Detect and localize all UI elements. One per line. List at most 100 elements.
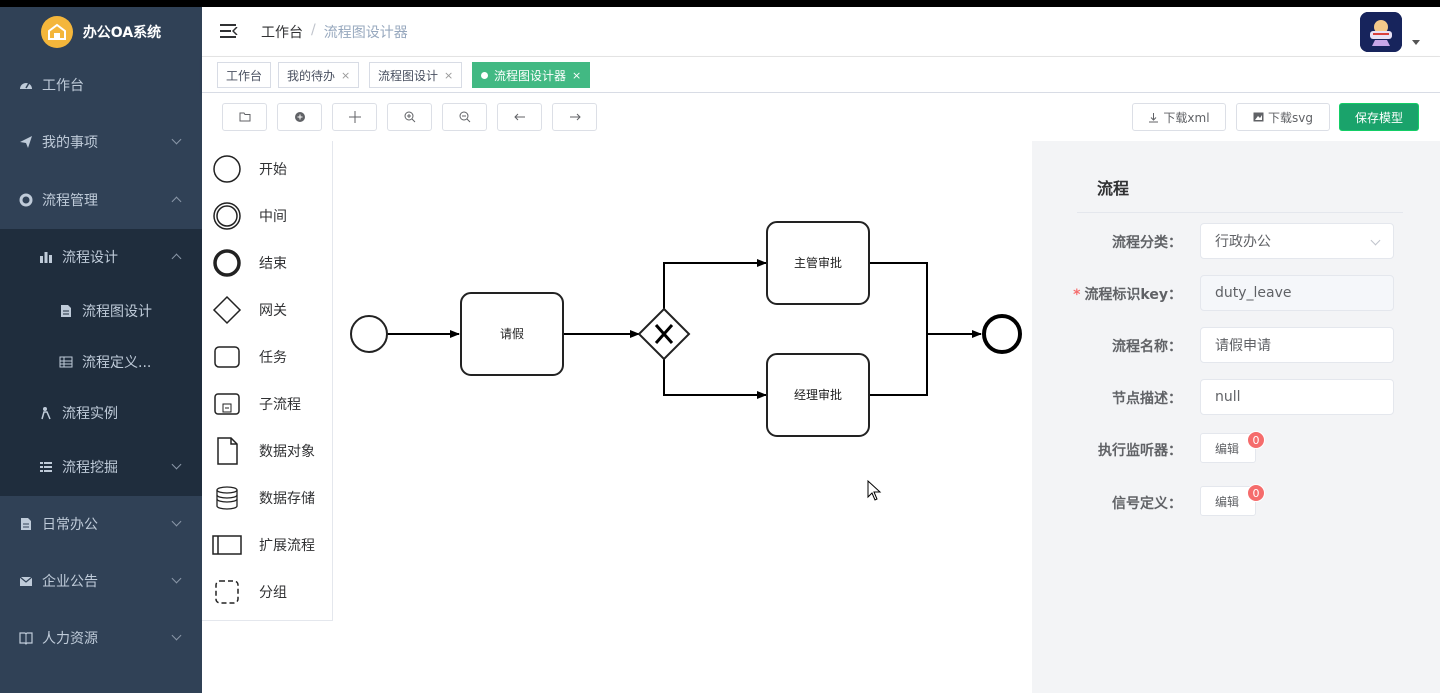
book-icon xyxy=(18,630,34,646)
start-event xyxy=(350,315,388,353)
breadcrumb-separator: / xyxy=(311,22,316,38)
signal-label: 信号定义： xyxy=(1112,496,1182,512)
gateway-icon xyxy=(212,295,242,325)
key-value: duty_leave xyxy=(1215,285,1292,301)
palette-label: 数据存储 xyxy=(259,491,315,507)
name-value: 请假申请 xyxy=(1215,338,1271,354)
breadcrumb-item: 流程图设计器 xyxy=(323,25,408,41)
palette-item-pool[interactable]: 扩展流程 xyxy=(212,527,327,563)
table-icon xyxy=(58,354,74,370)
tag-label: 流程图设计器 xyxy=(494,68,567,83)
palette-label: 开始 xyxy=(259,162,287,178)
key-label: * 流程标识key： xyxy=(1073,287,1182,303)
sidebar-item-process-mining[interactable]: 流程挖掘 xyxy=(0,439,202,495)
designer-main: 下载xml 下载svg 保存模型 开始 中间 结束 网关 任务 子流程 数据对象… xyxy=(202,93,1440,693)
sidebar-item-label: 流程定义... xyxy=(82,355,152,371)
zoom-out-button[interactable] xyxy=(442,103,487,131)
palette-item-subprocess[interactable]: 子流程 xyxy=(212,386,327,422)
undo-button[interactable] xyxy=(497,103,542,131)
download-svg-button[interactable]: 下载svg xyxy=(1236,103,1330,131)
key-input[interactable]: duty_leave xyxy=(1200,275,1394,311)
chevron-up-icon xyxy=(171,253,182,264)
sidebar-item-process-management[interactable]: 流程管理 xyxy=(0,172,202,228)
tag-dashboard[interactable]: 工作台 xyxy=(217,62,272,88)
form-row-signal: 信号定义： 编辑 0 xyxy=(1032,484,1440,520)
palette-item-start[interactable]: 开始 xyxy=(212,151,327,187)
description-input[interactable]: null xyxy=(1200,379,1394,415)
name-input[interactable]: 请假申请 xyxy=(1200,327,1394,363)
redo-button[interactable] xyxy=(552,103,597,131)
sidebar-item-process-definition[interactable]: 流程定义... xyxy=(0,334,202,390)
palette-item-intermediate[interactable]: 中间 xyxy=(212,198,327,234)
download-xml-button[interactable]: 下载xml xyxy=(1132,103,1226,131)
tag-label: 工作台 xyxy=(226,68,263,83)
sidebar-item-my-matters[interactable]: 我的事项 xyxy=(0,114,202,170)
hamburger-icon[interactable] xyxy=(220,24,238,38)
palette-item-data-object[interactable]: 数据对象 xyxy=(212,433,327,469)
close-icon[interactable]: × xyxy=(444,69,453,82)
end-event xyxy=(982,314,1022,354)
sidebar-item-label: 流程图设计 xyxy=(82,304,152,320)
app-logo[interactable]: 办公OA系统 xyxy=(0,7,202,57)
open-file-button[interactable] xyxy=(222,103,267,131)
sidebar: 办公OA系统 工作台 我的事项 流程管理 流程设计 流程图设计 流程定义... … xyxy=(0,7,202,693)
sidebar-item-label: 我的事项 xyxy=(42,135,98,151)
subprocess-icon xyxy=(212,389,242,419)
palette-item-group[interactable]: 分组 xyxy=(212,574,327,610)
sidebar-item-process-instance[interactable]: 流程实例 xyxy=(0,385,202,441)
cursor-icon xyxy=(867,479,882,501)
tag-flowchart-designer[interactable]: 流程图设计器 × xyxy=(472,62,591,88)
caret-down-icon[interactable] xyxy=(1412,40,1420,45)
image-icon xyxy=(1253,112,1264,122)
pool-icon xyxy=(212,530,242,560)
palette-label: 扩展流程 xyxy=(259,538,315,554)
task-request-label[interactable]: 请假 xyxy=(461,325,563,342)
panel-title: 流程 xyxy=(1097,179,1130,198)
breadcrumb-item[interactable]: 工作台 xyxy=(261,22,303,42)
document-icon xyxy=(58,303,74,319)
category-label: 流程分类： xyxy=(1112,235,1182,251)
plus-circle-icon xyxy=(294,112,305,122)
sidebar-item-announcements[interactable]: 企业公告 xyxy=(0,553,202,609)
listener-label: 执行监听器： xyxy=(1098,443,1182,459)
tag-flowchart-design[interactable]: 流程图设计 × xyxy=(369,62,463,88)
move-button[interactable] xyxy=(332,103,377,131)
sidebar-item-human-resources[interactable]: 人力资源 xyxy=(0,610,202,666)
chevron-up-icon xyxy=(171,196,182,207)
zoom-in-button[interactable] xyxy=(387,103,432,131)
sidebar-item-flowchart-design[interactable]: 流程图设计 xyxy=(0,283,202,339)
palette-item-gateway[interactable]: 网关 xyxy=(212,292,327,328)
palette-item-task[interactable]: 任务 xyxy=(212,339,327,375)
send-icon xyxy=(18,134,34,150)
palette-item-end[interactable]: 结束 xyxy=(212,245,327,281)
chevron-down-icon xyxy=(1370,235,1381,246)
palette-label: 网关 xyxy=(259,303,287,319)
palette-label: 任务 xyxy=(259,350,287,366)
close-icon[interactable]: × xyxy=(572,69,581,82)
form-row-description: 节点描述： null xyxy=(1032,379,1440,415)
avatar[interactable] xyxy=(1360,12,1402,52)
chevron-down-icon xyxy=(171,459,182,470)
tags-view: 工作台 我的待办 × 流程图设计 × 流程图设计器 × xyxy=(202,57,1440,93)
sidebar-item-process-design[interactable]: 流程设计 xyxy=(0,229,202,285)
task-supervisor-label[interactable]: 主管审批 xyxy=(767,254,869,271)
bpmn-canvas[interactable]: 请假 主管审批 经理审批 xyxy=(334,141,1034,693)
save-model-button[interactable]: 保存模型 xyxy=(1339,103,1419,131)
sidebar-item-daily-office[interactable]: 日常办公 xyxy=(0,496,202,552)
category-select[interactable]: 行政办公 xyxy=(1200,223,1394,259)
task-manager-label[interactable]: 经理审批 xyxy=(767,386,869,403)
intermediate-event-icon xyxy=(212,201,242,231)
listener-count-badge: 0 xyxy=(1247,431,1265,449)
palette-label: 分组 xyxy=(259,585,287,601)
list-icon xyxy=(38,459,54,475)
data-store-icon xyxy=(212,483,242,513)
palette-label: 子流程 xyxy=(259,397,301,413)
form-row-listener: 执行监听器： 编辑 0 xyxy=(1032,431,1440,467)
tag-my-todo[interactable]: 我的待办 × xyxy=(278,62,360,88)
sidebar-item-dashboard[interactable]: 工作台 xyxy=(0,57,202,113)
end-event-icon xyxy=(212,248,242,278)
create-button[interactable] xyxy=(277,103,322,131)
palette-item-data-store[interactable]: 数据存储 xyxy=(212,480,327,516)
category-value: 行政办公 xyxy=(1215,234,1271,250)
close-icon[interactable]: × xyxy=(341,69,350,82)
